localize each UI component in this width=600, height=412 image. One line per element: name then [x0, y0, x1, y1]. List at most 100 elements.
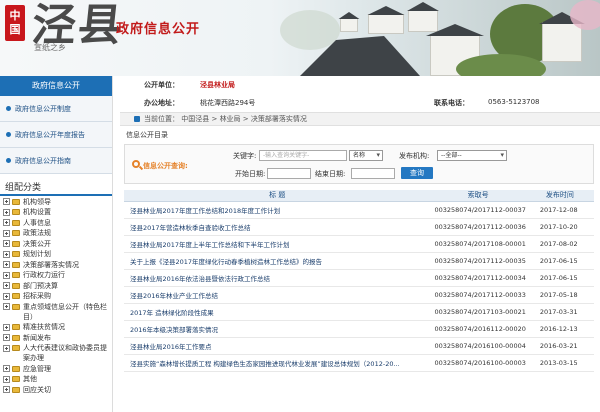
row-index-number: 003258074/2017112-00036 [430, 218, 526, 236]
row-title-link[interactable]: 泾县2016年林业产业工作总结 [124, 286, 431, 304]
china-seal-logo: 中国 [5, 5, 25, 41]
field-select[interactable]: 名称 [349, 150, 383, 161]
row-date: 2017-05-18 [525, 286, 594, 304]
folder-icon [12, 282, 20, 289]
unit-info-row: 公开单位： 泾县林业局 [120, 80, 600, 94]
sidebar-heading: 政府信息公开 [0, 76, 112, 96]
expand-plus-icon[interactable] [3, 334, 10, 341]
unit-label: 公开单位： [144, 81, 179, 89]
dot-icon [6, 158, 11, 163]
folder-icon [12, 261, 20, 268]
row-title-link[interactable]: 泾县2017年营造林秋季自查验收工作总结 [124, 218, 431, 236]
expand-plus-icon[interactable] [3, 303, 10, 310]
breadcrumb-item-forestry[interactable]: 林业局 [220, 115, 241, 123]
search-panel: 信息公开查询: 关键字: -输入查询关键字- 名称 发布机构: --全部-- 开… [124, 144, 594, 184]
breadcrumb-item-current[interactable]: 决策部署落实情况 [251, 115, 307, 123]
catalog-label: 信息公开目录 [126, 131, 168, 139]
category-item[interactable]: 政策法规 [3, 228, 112, 238]
table-row: 泾县林业局2016年工作要点 003258074/2016100-00004 201… [124, 337, 594, 355]
row-index-number: 003258074/2017103-00021 [430, 303, 526, 321]
folder-icon [12, 209, 20, 215]
category-item[interactable]: 部门预决算 [3, 281, 112, 291]
expand-plus-icon[interactable] [3, 229, 10, 237]
row-title-link[interactable]: 泾县林业局2016年依法治县暨依法行政工作总结 [124, 269, 431, 287]
column-header-index: 索取号 [430, 190, 526, 202]
breadcrumb: 当前位置： 中国泾县 > 林业局 > 决策部署落实情况 [120, 112, 600, 126]
org-label: 发布机构: [399, 152, 430, 160]
phone-label: 联系电话： [434, 99, 469, 107]
category-item[interactable]: 人事信息 [3, 218, 112, 228]
query-button[interactable]: 查询 [401, 167, 433, 179]
category-item[interactable]: 人大代表建议和政协委员提案办理 [3, 343, 112, 363]
start-date-input[interactable] [267, 168, 311, 179]
category-item[interactable]: 重点领域信息公开（特色栏目） [3, 302, 112, 322]
row-title-link[interactable]: 2016年本级决策部署落实情况 [124, 320, 431, 338]
category-item[interactable]: 决策公开 [3, 239, 112, 249]
row-title-link[interactable]: 关于上报《泾县2017年度绿化行动春季植树造林工作总结》的报告 [124, 252, 431, 270]
row-title-link[interactable]: 泾县林业局2017年度工作总结和2018年度工作计划 [124, 201, 431, 219]
row-index-number: 003258074/2017112-00033 [430, 286, 526, 304]
expand-plus-icon[interactable] [3, 271, 10, 279]
row-title-link[interactable]: 泾县林业局2017年度上半年工作总结和下半年工作计划 [124, 235, 431, 253]
category-item[interactable]: 应急管理 [3, 364, 112, 374]
row-title-link[interactable]: 泾县实施“森林增长提质工程 构建绿色生态家园推进现代林业发展”建设总体规划（20… [124, 354, 431, 372]
folder-icon [12, 230, 20, 236]
sidebar-link-annual-report[interactable]: 政府信息公开年度报告 [0, 122, 112, 148]
row-date: 2017-08-02 [525, 235, 594, 253]
folder-icon [12, 219, 20, 226]
address-info-row: 办公地址： 桃花潭西路294号 联系电话： 0563-5123708 [120, 98, 600, 112]
org-select[interactable]: --全部-- [437, 150, 507, 161]
folder-icon [12, 376, 20, 382]
keyword-input[interactable]: -输入查询关键字- [259, 150, 347, 161]
row-date: 2017-06-15 [525, 269, 594, 287]
location-icon [134, 116, 140, 122]
table-row: 泾县林业局2017年度上半年工作总结和下半年工作计划 003258074/2017… [124, 235, 594, 253]
sidebar-link-disclosure-guide[interactable]: 政府信息公开指南 [0, 148, 112, 174]
expand-plus-icon[interactable] [3, 261, 10, 268]
expand-plus-icon[interactable] [3, 198, 10, 205]
expand-plus-icon[interactable] [3, 282, 10, 289]
expand-plus-icon[interactable] [3, 323, 10, 331]
category-item[interactable]: 精准扶贫情况 [3, 322, 112, 332]
category-item[interactable]: 招标采购 [3, 291, 112, 301]
dot-icon [6, 132, 11, 137]
category-item[interactable]: 规划计划 [3, 249, 112, 259]
category-item[interactable]: 行政权力运行 [3, 270, 112, 280]
search-title: 信息公开查询: [143, 162, 188, 170]
expand-plus-icon[interactable] [3, 344, 10, 352]
row-index-number: 003258074/2017112-00037 [430, 201, 526, 219]
folder-icon [12, 386, 20, 393]
end-date-input[interactable] [351, 168, 395, 179]
sidebar-link-disclosure-system[interactable]: 政府信息公开制度 [0, 96, 112, 122]
expand-plus-icon[interactable] [3, 365, 10, 372]
row-index-number: 003258074/2016100-00003 [430, 354, 526, 372]
header-banner: 中国 泾县 宣纸之乡 政府信息公开 [0, 0, 600, 76]
row-title-link[interactable]: 2017年 造林绿化阶段性成果 [124, 303, 431, 321]
category-title: 组配分类 [0, 180, 112, 196]
page-banner-title: 政府信息公开 [116, 22, 201, 37]
category-item[interactable]: 决策部署落实情况 [3, 260, 112, 270]
site-logo-subtitle: 宣纸之乡 [34, 43, 66, 52]
expand-plus-icon[interactable] [3, 208, 10, 216]
expand-plus-icon[interactable] [3, 292, 10, 300]
category-item[interactable]: 机构领导 [3, 197, 112, 207]
expand-plus-icon[interactable] [3, 219, 10, 226]
folder-icon [12, 198, 20, 205]
row-date: 2017-06-15 [525, 252, 594, 270]
expand-plus-icon[interactable] [3, 250, 10, 258]
category-item[interactable]: 回应关切 [3, 385, 112, 395]
row-title-link[interactable]: 泾县林业局2016年工作要点 [124, 337, 431, 355]
address-label: 办公地址： [144, 99, 179, 107]
folder-icon [12, 345, 20, 351]
expand-plus-icon[interactable] [3, 240, 10, 247]
category-item[interactable]: 新闻发布 [3, 333, 112, 343]
row-date: 2017-03-31 [525, 303, 594, 321]
breadcrumb-item-home[interactable]: 中国泾县 [181, 115, 209, 123]
expand-plus-icon[interactable] [3, 386, 10, 393]
table-row: 泾县林业局2017年度工作总结和2018年度工作计划 003258074/2017… [124, 201, 594, 219]
expand-plus-icon[interactable] [3, 375, 10, 383]
category-item[interactable]: 其他 [3, 374, 112, 384]
row-date: 2016-03-21 [525, 337, 594, 355]
phone-value: 0563-5123708 [488, 98, 540, 106]
category-item[interactable]: 机构设置 [3, 207, 112, 217]
